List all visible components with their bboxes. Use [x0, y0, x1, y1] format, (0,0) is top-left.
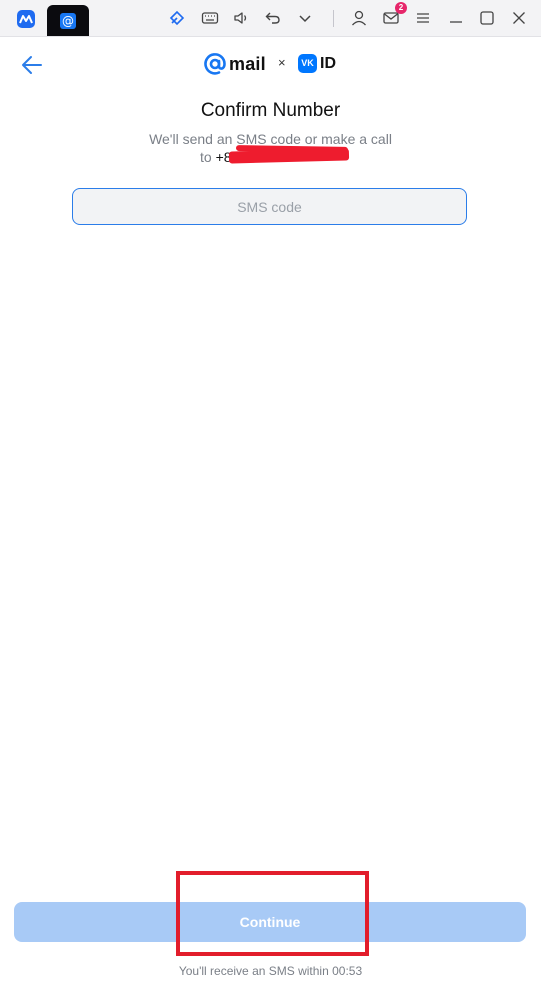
menu-icon[interactable] — [414, 9, 432, 27]
minimize-icon[interactable] — [447, 9, 465, 27]
undo-icon[interactable] — [264, 9, 282, 27]
sms-code-input[interactable] — [72, 188, 467, 225]
mail-badge: 2 — [395, 2, 407, 14]
pin-icon[interactable] — [168, 9, 186, 27]
window-titlebar: @ 2 — [0, 0, 541, 37]
chevron-down-icon[interactable] — [296, 9, 314, 27]
sms-timer-text: You'll receive an SMS within 00:53 — [178, 964, 363, 978]
subtitle-line-2: to +8 — [200, 148, 232, 166]
toolbar-divider — [333, 10, 334, 27]
multitask-app-icon[interactable] — [17, 10, 35, 28]
mail-app-icon: @ — [60, 13, 76, 29]
subtitle-to: to — [200, 149, 212, 165]
at-sign-icon — [204, 53, 226, 75]
keyboard-icon[interactable] — [201, 9, 219, 27]
volume-icon[interactable] — [232, 9, 250, 27]
user-icon[interactable] — [350, 9, 368, 27]
page-title: Confirm Number — [200, 100, 341, 121]
maximize-icon[interactable] — [478, 9, 496, 27]
arrow-left-icon[interactable] — [20, 54, 44, 76]
vk-id-wordmark: ID — [320, 55, 336, 72]
highlight-annotation — [176, 871, 369, 956]
tab-mail[interactable]: @ — [47, 5, 89, 36]
close-icon[interactable] — [510, 9, 528, 27]
brand-separator: × — [278, 55, 286, 70]
auth-header: mail × VK ID — [0, 36, 541, 92]
mail-wordmark: mail — [229, 54, 266, 74]
vk-logo-icon: VK — [298, 54, 317, 73]
